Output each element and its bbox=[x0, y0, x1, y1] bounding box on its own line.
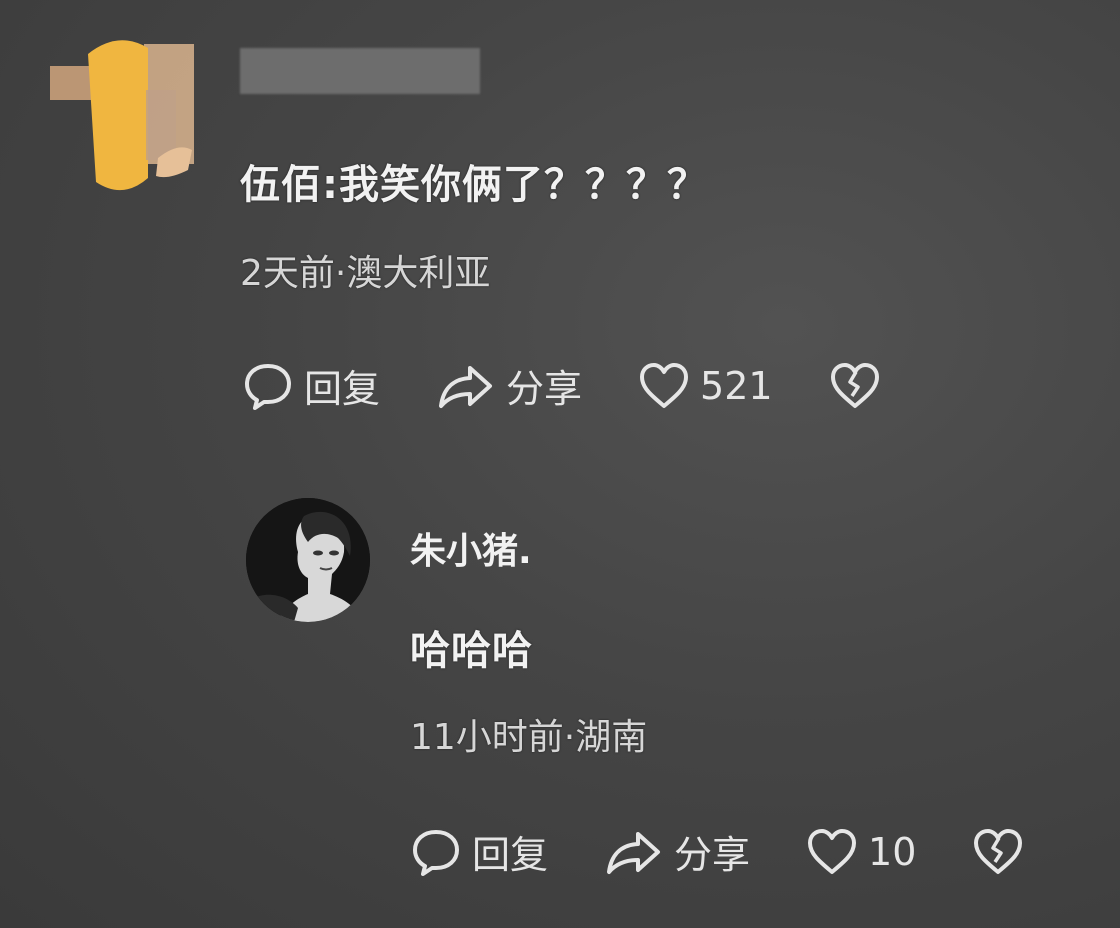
author-name-blurred[interactable] bbox=[240, 48, 480, 94]
share-button[interactable]: 分享 bbox=[604, 824, 750, 879]
broken-heart-icon bbox=[972, 826, 1024, 878]
comment-bubble-icon bbox=[410, 826, 462, 878]
dislike-button[interactable] bbox=[829, 360, 881, 412]
share-label: 分享 bbox=[674, 833, 751, 877]
share-arrow-icon bbox=[604, 826, 664, 878]
dislike-button[interactable] bbox=[972, 826, 1024, 878]
share-button[interactable]: 分享 bbox=[436, 358, 582, 413]
share-label: 分享 bbox=[506, 367, 583, 411]
heart-icon bbox=[638, 360, 690, 412]
reply-button[interactable]: 回复 bbox=[242, 358, 380, 413]
comment-bubble-icon bbox=[242, 360, 294, 412]
heart-icon bbox=[806, 826, 858, 878]
reply-author-name[interactable]: 朱小猪. bbox=[410, 522, 532, 574]
avatar[interactable] bbox=[246, 498, 370, 622]
comment-text: 伍佰:我笑你俩了？？？？ bbox=[240, 162, 708, 208]
like-count: 521 bbox=[700, 363, 773, 408]
comment-actions: 回复 分享 521 bbox=[242, 358, 937, 413]
reply-label: 回复 bbox=[304, 367, 381, 411]
comment-meta: 2天前·澳大利亚 bbox=[240, 253, 491, 294]
broken-heart-icon bbox=[829, 360, 881, 412]
reply-text: 哈哈哈 bbox=[410, 628, 533, 674]
share-arrow-icon bbox=[436, 360, 496, 412]
reply-button[interactable]: 回复 bbox=[410, 824, 548, 879]
avatar[interactable] bbox=[48, 30, 198, 192]
like-count: 10 bbox=[868, 829, 917, 874]
like-button[interactable]: 10 bbox=[806, 826, 916, 878]
reply-meta: 11小时前·湖南 bbox=[410, 717, 648, 758]
reply-label: 回复 bbox=[472, 833, 549, 877]
like-button[interactable]: 521 bbox=[638, 360, 773, 412]
reply-actions: 回复 分享 10 bbox=[410, 824, 1080, 879]
